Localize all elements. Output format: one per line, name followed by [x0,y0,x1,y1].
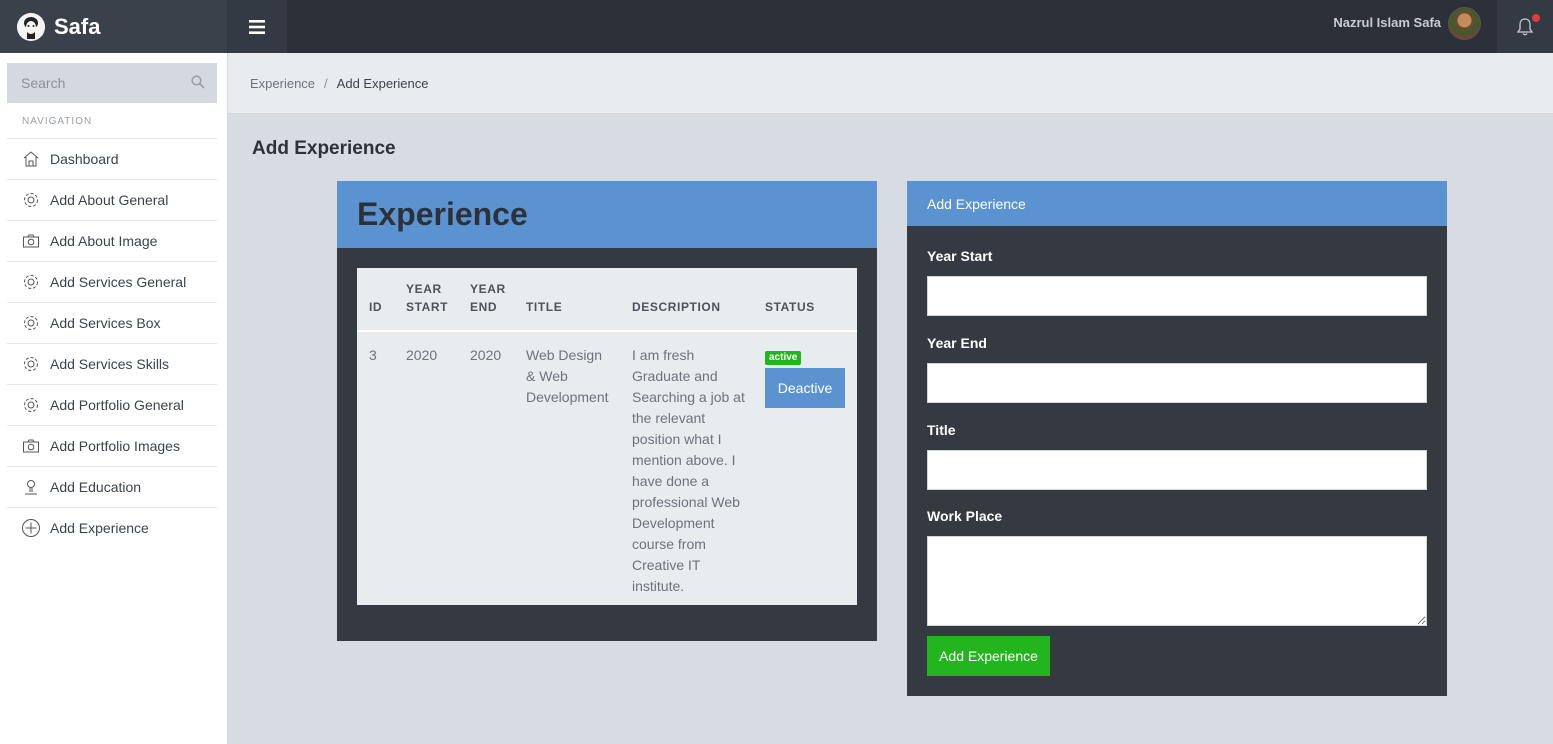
sidebar-item-add-portfolio-general[interactable]: Add Portfolio General [7,384,217,425]
hamburger-icon [249,19,265,34]
sidebar-item-label: Add Portfolio General [50,397,184,413]
breadcrumb-link-experience[interactable]: Experience [250,76,315,91]
column-header-year-start: YEAR START [394,268,458,332]
add-experience-button[interactable]: Add Experience [927,636,1050,676]
menu-toggle-button[interactable] [227,0,287,53]
table-header-row: ID YEAR START YEAR END TITLE DESCRIPTION… [357,268,857,332]
gear-icon [21,354,41,374]
title-label: Title [927,422,956,438]
cell-id: 3 [369,347,377,363]
sidebar-item-add-services-general[interactable]: Add Services General [7,261,217,302]
work-place-textarea[interactable] [927,536,1427,626]
plus-circle-icon [21,518,41,538]
notifications-button[interactable] [1497,0,1553,53]
camera-icon [21,231,41,251]
nav-list: Dashboard Add About General Add About Im… [7,138,217,548]
column-header-id: ID [357,268,394,332]
sidebar-item-label: Add About General [50,192,169,208]
cell-title: Web Design & Web Development [526,347,609,405]
sidebar-item-add-portfolio-images[interactable]: Add Portfolio Images [7,425,217,466]
form-card-header: Add Experience [907,181,1447,226]
deactive-button[interactable]: Deactive [765,368,845,408]
column-header-title: TITLE [514,268,620,332]
sidebar-item-add-services-skills[interactable]: Add Services Skills [7,343,217,384]
camera-icon [21,436,41,456]
year-end-label: Year End [927,335,987,351]
breadcrumb-separator: / [324,75,328,91]
cell-year-start: 2020 [406,347,438,363]
user-name[interactable]: Nazrul Islam Safa [1333,15,1441,30]
sidebar-item-dashboard[interactable]: Dashboard [7,138,217,179]
sidebar-item-add-about-general[interactable]: Add About General [7,179,217,220]
experience-card-header: Experience [337,181,877,248]
experience-table: ID YEAR START YEAR END TITLE DESCRIPTION… [357,268,857,597]
title-input[interactable] [927,450,1427,490]
sidebar-item-add-about-image[interactable]: Add About Image [7,220,217,261]
top-bar: Safa Nazrul Islam Safa [0,0,1553,53]
user-icon [21,477,41,497]
sidebar-item-label: Add Experience [50,520,149,536]
sidebar-item-label: Dashboard [50,151,119,167]
column-header-description: DESCRIPTION [620,268,753,332]
year-start-label: Year Start [927,248,993,264]
sidebar-item-label: Add Services Box [50,315,161,331]
breadcrumb-current: Add Experience [336,75,429,91]
cell-year-end: 2020 [470,347,502,363]
notification-badge [1532,14,1540,22]
experience-card-title: Experience [357,196,528,232]
cell-description: I am fresh Graduate and Searching a job … [632,347,745,594]
nav-heading: NAVIGATION [22,116,93,127]
gear-icon [21,313,41,333]
gear-icon [21,272,41,292]
sidebar: NAVIGATION Dashboard Add About General A… [0,53,228,744]
sidebar-item-add-education[interactable]: Add Education [7,466,217,507]
table-row: 3 2020 2020 Web Design & Web Development… [357,331,857,597]
search-input[interactable] [19,74,169,92]
avatar[interactable] [1448,7,1481,40]
add-experience-form-card: Add Experience Year Start Year End Title… [907,181,1447,696]
year-start-input[interactable] [927,276,1427,316]
sidebar-item-label: Add Education [50,479,142,495]
brand-logo-icon [17,12,45,41]
column-header-status: STATUS [753,268,857,332]
gear-icon [21,190,41,210]
brand-name: Safa [54,13,101,39]
cell-status: active Deactive [753,331,857,597]
home-icon [21,149,41,169]
form-body: Year Start Year End Title Work Place [907,248,1447,626]
search-icon[interactable] [191,75,205,89]
status-badge: active [765,351,802,365]
sidebar-item-label: Add Portfolio Images [50,438,180,454]
sidebar-item-label: Add About Image [50,233,158,249]
year-end-input[interactable] [927,363,1427,403]
sidebar-item-label: Add Services General [50,274,187,290]
gear-icon [21,395,41,415]
sidebar-item-add-experience[interactable]: Add Experience [7,507,217,548]
sidebar-item-add-services-box[interactable]: Add Services Box [7,302,217,343]
brand[interactable]: Safa [0,0,227,53]
breadcrumb: Experience / Add Experience [228,53,1553,114]
search-box [7,63,217,103]
work-place-label: Work Place [927,508,1003,524]
page-title: Add Experience [252,138,396,159]
column-header-year-end: YEAR END [458,268,514,332]
sidebar-item-label: Add Services Skills [50,356,170,372]
experience-card: Experience ID YEAR START YEAR END TITLE … [337,181,877,641]
experience-table-wrapper: ID YEAR START YEAR END TITLE DESCRIPTION… [357,268,857,605]
